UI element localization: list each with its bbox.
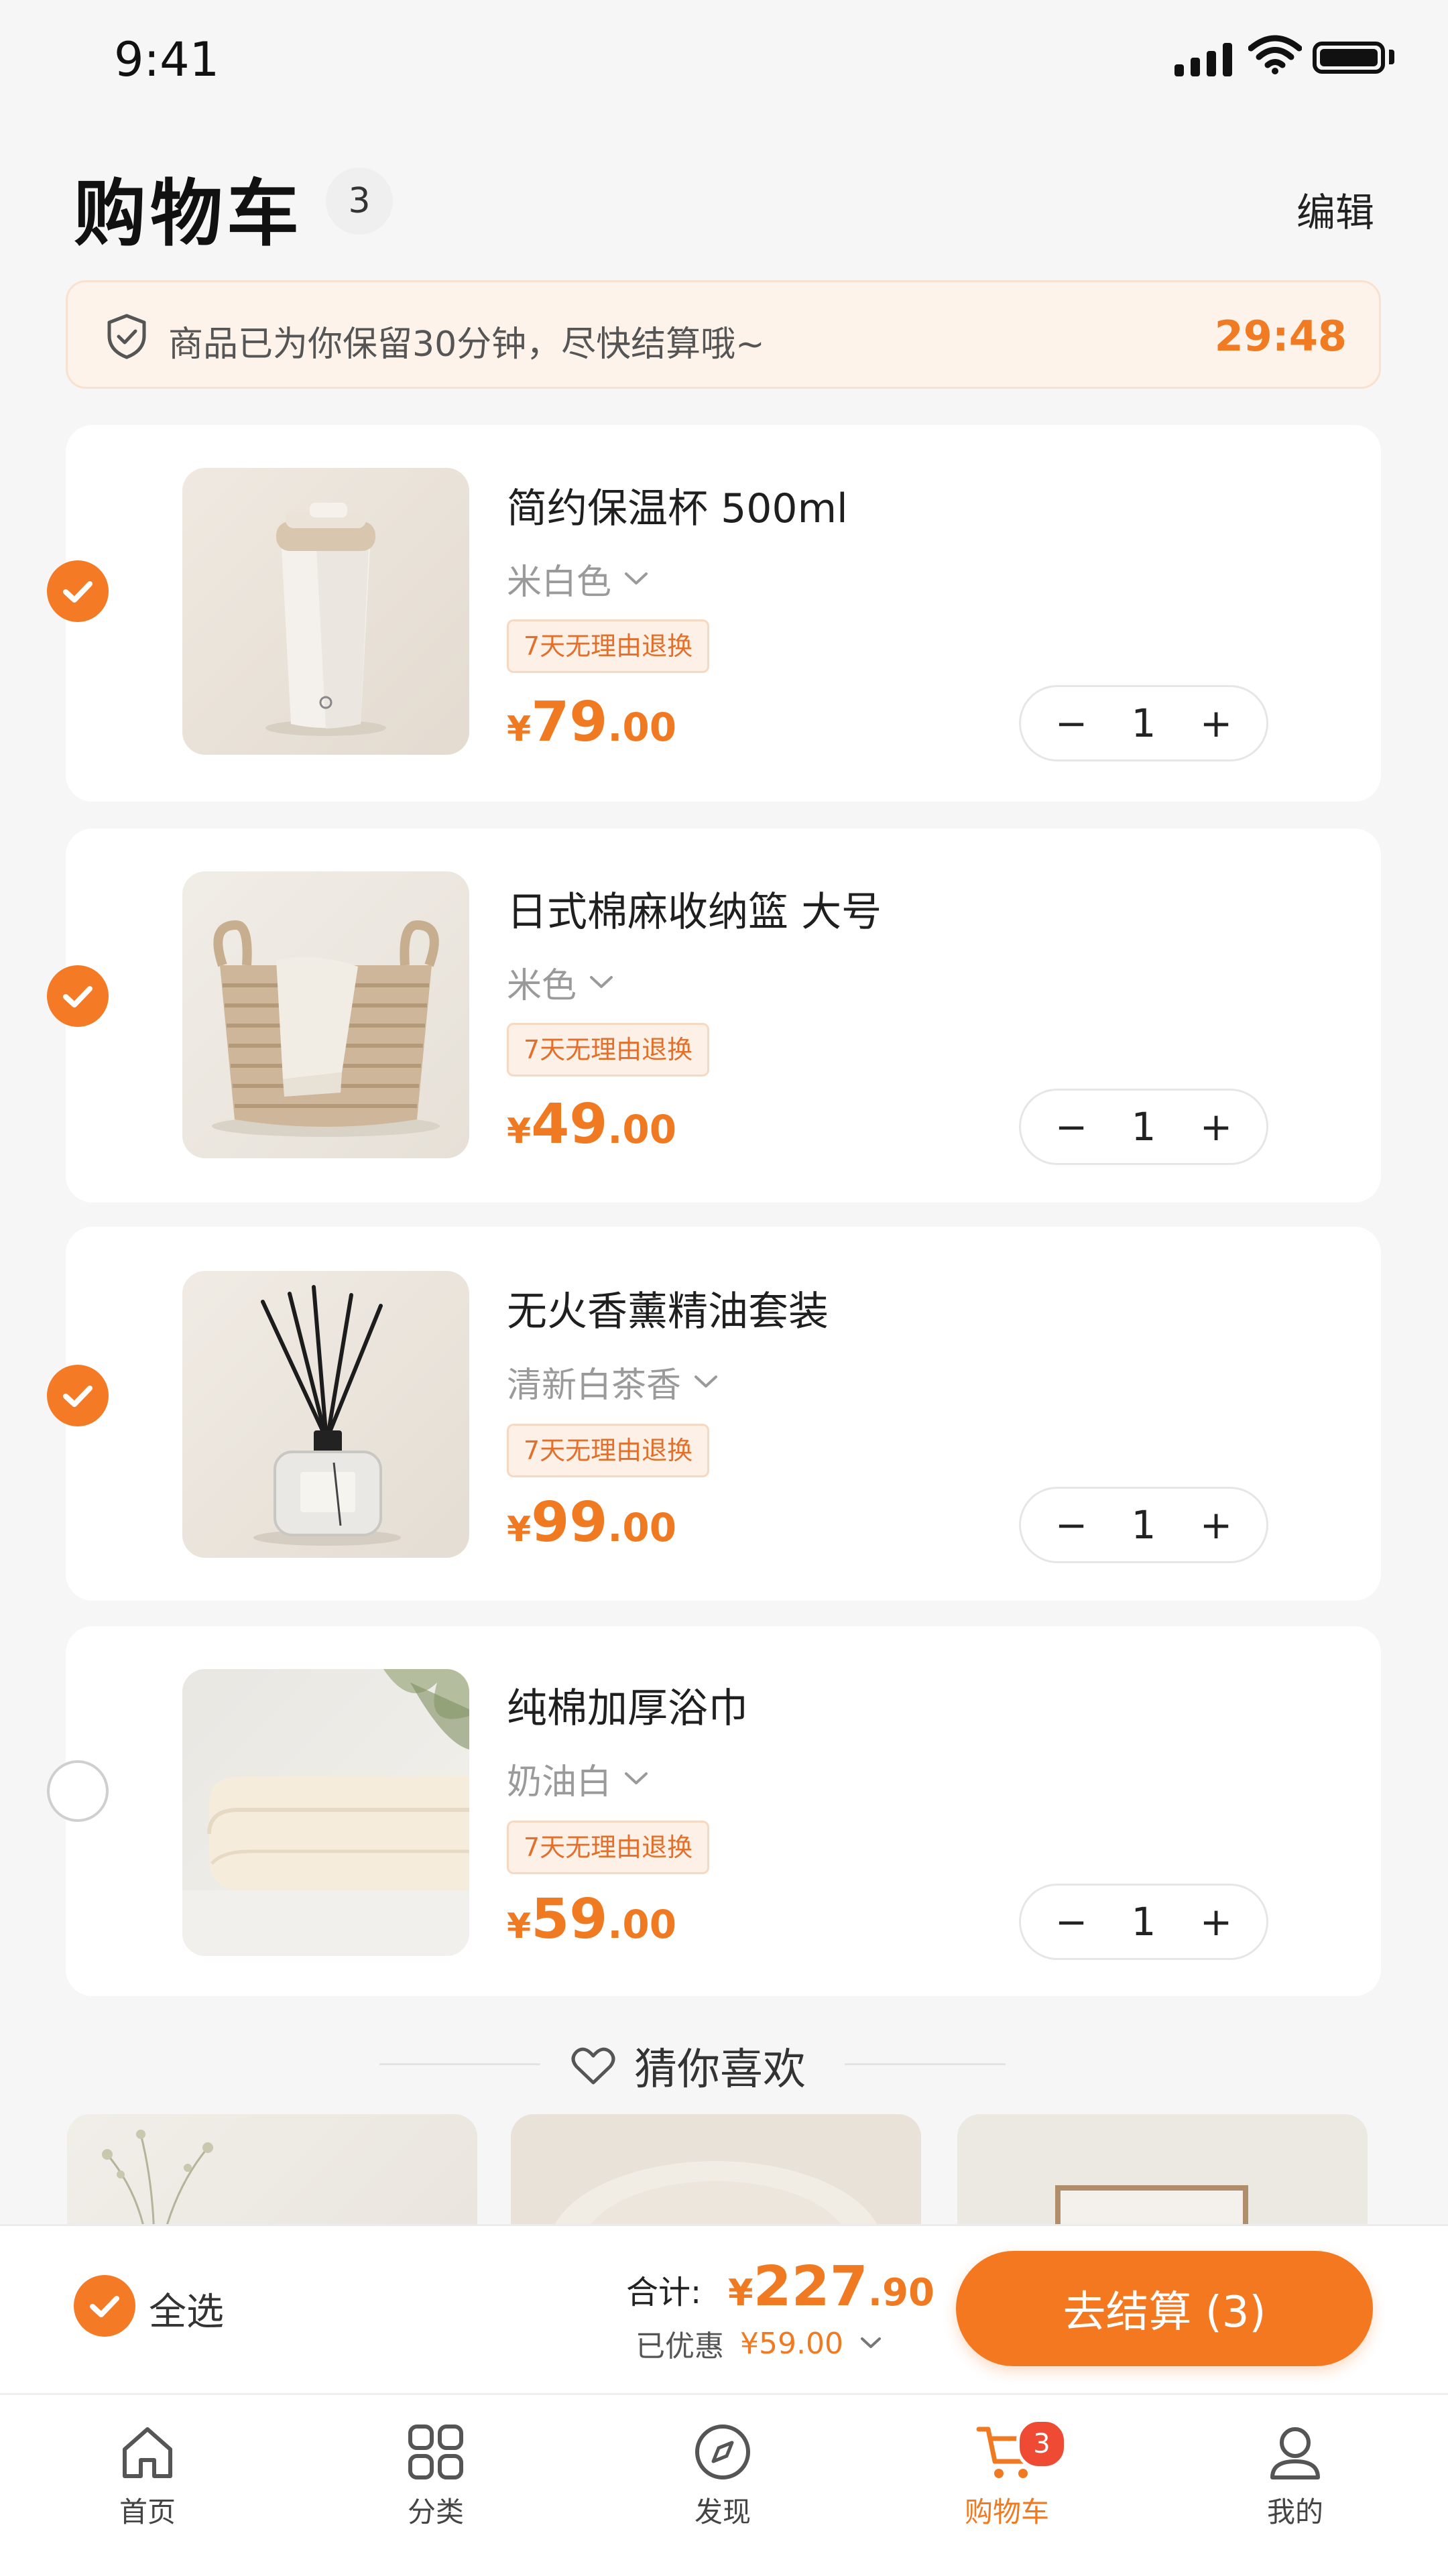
item-checkbox[interactable] bbox=[47, 965, 109, 1027]
item-checkbox[interactable] bbox=[47, 1365, 109, 1426]
item-price: ¥49.00 bbox=[507, 1093, 677, 1156]
product-image[interactable] bbox=[182, 1669, 469, 1956]
chevron-down-icon bbox=[625, 572, 648, 585]
variant-label: 奶油白 bbox=[507, 1762, 612, 1802]
check-icon bbox=[63, 581, 93, 603]
banner-text: 商品已为你保留30分钟，尽快结算哦~ bbox=[168, 324, 765, 365]
select-all-checkbox[interactable] bbox=[74, 2275, 135, 2337]
quantity-stepper: − 1 + bbox=[1019, 1089, 1268, 1165]
chevron-down-icon bbox=[625, 1772, 648, 1784]
quantity-stepper: − 1 + bbox=[1019, 1487, 1268, 1563]
battery-tip bbox=[1389, 50, 1394, 64]
compass-icon bbox=[695, 2425, 750, 2479]
quantity-stepper: − 1 + bbox=[1019, 1884, 1268, 1960]
variant-selector[interactable]: 清新白茶香 bbox=[507, 1357, 719, 1407]
tab-home[interactable]: 首页 bbox=[74, 2420, 221, 2530]
item-checkbox[interactable] bbox=[47, 1760, 109, 1822]
item-price: ¥99.00 bbox=[507, 1491, 677, 1554]
product-name[interactable]: 简约保温杯 500ml bbox=[507, 476, 848, 534]
quantity-value[interactable]: 1 bbox=[1132, 1899, 1156, 1945]
shield-icon bbox=[107, 314, 146, 359]
home-icon bbox=[123, 2427, 172, 2478]
divider bbox=[379, 2063, 540, 2065]
chevron-down-icon bbox=[590, 975, 613, 988]
edit-button[interactable]: 编辑 bbox=[1296, 181, 1374, 237]
return-policy-tag: 7天无理由退换 bbox=[507, 619, 710, 673]
check-icon bbox=[63, 1386, 93, 1407]
user-icon bbox=[1270, 2427, 1320, 2479]
reserve-banner: 商品已为你保留30分钟，尽快结算哦~ 29:48 bbox=[66, 280, 1381, 389]
variant-selector[interactable]: 米白色 bbox=[507, 554, 649, 604]
total-label: 合计: bbox=[626, 2274, 702, 2311]
increase-button[interactable]: + bbox=[1199, 1899, 1233, 1945]
recommend-header: 猜你喜欢 bbox=[571, 2035, 806, 2097]
item-checkbox[interactable] bbox=[47, 560, 109, 622]
checkout-button[interactable]: 去结算 (3) bbox=[956, 2251, 1373, 2366]
product-name[interactable]: 无火香薰精油套装 bbox=[507, 1279, 829, 1337]
item-price: ¥79.00 bbox=[507, 690, 677, 754]
variant-label: 米色 bbox=[507, 966, 577, 1006]
decrease-button[interactable]: − bbox=[1054, 700, 1088, 746]
increase-button[interactable]: + bbox=[1199, 700, 1233, 746]
item-price: ¥59.00 bbox=[507, 1888, 677, 1951]
quantity-value[interactable]: 1 bbox=[1132, 1104, 1156, 1150]
signal-icon bbox=[1174, 42, 1232, 76]
variant-label: 清新白茶香 bbox=[507, 1365, 682, 1406]
check-icon bbox=[63, 986, 93, 1007]
variant-label: 米白色 bbox=[507, 562, 612, 603]
basket-image bbox=[212, 920, 440, 1137]
cart-badge: 3 bbox=[1016, 2418, 1067, 2469]
increase-button[interactable]: + bbox=[1199, 1502, 1233, 1548]
tab-label: 发现 bbox=[694, 2496, 751, 2528]
tab-label: 我的 bbox=[1266, 2496, 1323, 2528]
increase-button[interactable]: + bbox=[1199, 1104, 1233, 1150]
cart-count-badge: 3 bbox=[326, 168, 393, 235]
check-icon bbox=[90, 2296, 119, 2317]
towel-image bbox=[182, 1669, 469, 1956]
tab-label: 分类 bbox=[407, 2496, 464, 2528]
page-title: 购物车 bbox=[74, 172, 304, 256]
discount-value: ¥59.00 bbox=[740, 2326, 843, 2361]
discount-info[interactable]: 已优惠 ¥59.00 bbox=[636, 2322, 882, 2365]
grid-icon bbox=[408, 2425, 463, 2479]
tumbler-image bbox=[265, 503, 386, 736]
tab-label: 首页 bbox=[119, 2496, 176, 2528]
variant-selector[interactable]: 米色 bbox=[507, 957, 614, 1007]
decrease-button[interactable]: − bbox=[1054, 1104, 1088, 1150]
decrease-button[interactable]: − bbox=[1054, 1899, 1088, 1945]
return-policy-tag: 7天无理由退换 bbox=[507, 1023, 710, 1077]
select-all-label[interactable]: 全选 bbox=[149, 2282, 224, 2336]
diffuser-image bbox=[253, 1285, 401, 1546]
status-bar: 9:41 bbox=[0, 0, 1448, 127]
return-policy-tag: 7天无理由退换 bbox=[507, 1424, 710, 1477]
tab-profile[interactable]: 我的 bbox=[1221, 2420, 1369, 2530]
tab-discover[interactable]: 发现 bbox=[649, 2420, 796, 2530]
product-name[interactable]: 日式棉麻收纳篮 大号 bbox=[507, 879, 882, 938]
product-image[interactable] bbox=[182, 468, 469, 755]
chevron-down-icon bbox=[860, 2337, 881, 2348]
decrease-button[interactable]: − bbox=[1054, 1502, 1088, 1548]
wifi-icon bbox=[1248, 35, 1302, 74]
discount-label: 已优惠 bbox=[636, 2329, 724, 2364]
battery-icon bbox=[1313, 42, 1385, 74]
divider bbox=[845, 2063, 1006, 2065]
heart-icon bbox=[571, 2047, 615, 2085]
quantity-stepper: − 1 + bbox=[1019, 685, 1268, 761]
quantity-value[interactable]: 1 bbox=[1132, 700, 1156, 746]
product-name[interactable]: 纯棉加厚浴巾 bbox=[507, 1676, 748, 1734]
product-image[interactable] bbox=[182, 1271, 469, 1558]
tab-category[interactable]: 分类 bbox=[362, 2420, 509, 2530]
variant-selector[interactable]: 奶油白 bbox=[507, 1754, 649, 1804]
tab-label: 购物车 bbox=[964, 2496, 1049, 2528]
total-price: ¥227.90 bbox=[728, 2255, 934, 2319]
recommend-title: 猜你喜欢 bbox=[634, 2045, 806, 2095]
status-time: 9:41 bbox=[114, 32, 220, 87]
quantity-value[interactable]: 1 bbox=[1132, 1502, 1156, 1548]
chevron-down-icon bbox=[695, 1375, 718, 1388]
product-image[interactable] bbox=[182, 871, 469, 1158]
countdown-timer: 29:48 bbox=[1214, 312, 1347, 361]
return-policy-tag: 7天无理由退换 bbox=[507, 1821, 710, 1874]
